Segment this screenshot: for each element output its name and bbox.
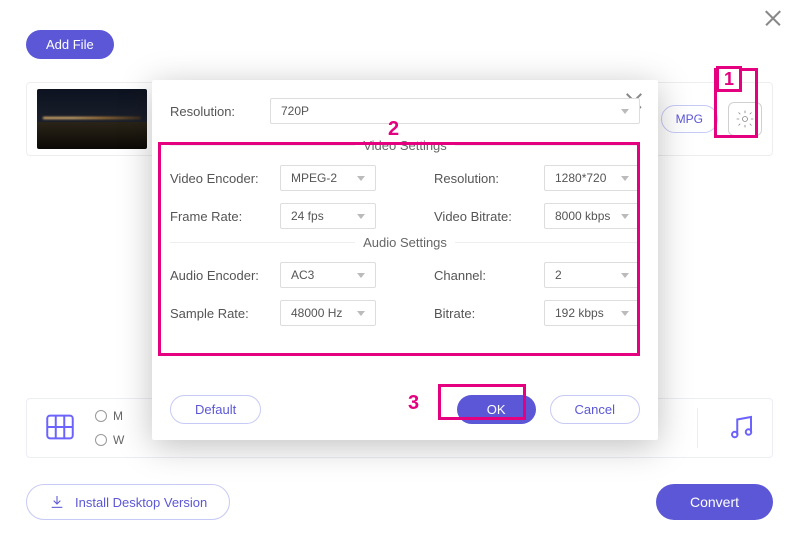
audio-bitrate-select[interactable]: 192 kbps — [544, 300, 640, 326]
resolution-value: 720P — [281, 104, 309, 118]
output-format-button[interactable]: MPG — [661, 105, 718, 133]
window-close-icon[interactable] — [761, 6, 785, 30]
video-bitrate-label: Video Bitrate: — [434, 209, 534, 224]
radio-group: M W — [95, 409, 124, 447]
frame-rate-label: Frame Rate: — [170, 209, 270, 224]
add-file-button[interactable]: Add File — [26, 30, 114, 59]
video-encoder-label: Video Encoder: — [170, 171, 270, 186]
install-desktop-label: Install Desktop Version — [75, 495, 207, 510]
resolution-label: Resolution: — [170, 104, 270, 119]
radio-option-2[interactable]: W — [95, 433, 124, 447]
ok-button[interactable]: OK — [457, 395, 536, 424]
channel-label: Channel: — [434, 268, 534, 283]
sample-rate-label: Sample Rate: — [170, 306, 270, 321]
download-icon — [49, 494, 65, 510]
chevron-down-icon — [621, 214, 629, 219]
video-settings-title: Video Settings — [355, 138, 455, 153]
video-resolution-select[interactable]: 1280*720 — [544, 165, 640, 191]
film-icon — [43, 410, 77, 447]
chevron-down-icon — [357, 311, 365, 316]
chevron-down-icon — [357, 273, 365, 278]
install-desktop-button[interactable]: Install Desktop Version — [26, 484, 230, 520]
audio-encoder-label: Audio Encoder: — [170, 268, 270, 283]
gear-icon — [735, 109, 755, 129]
video-resolution-label: Resolution: — [434, 171, 534, 186]
convert-button[interactable]: Convert — [656, 484, 773, 520]
chevron-down-icon — [621, 176, 629, 181]
divider — [697, 408, 698, 448]
default-button[interactable]: Default — [170, 395, 261, 424]
video-settings-group: Video Settings Video Encoder: MPEG-2 Res… — [170, 138, 640, 231]
resolution-select[interactable]: 720P — [270, 98, 640, 124]
cancel-button[interactable]: Cancel — [550, 395, 640, 424]
music-icon — [726, 412, 756, 445]
radio-label-1: M — [113, 409, 123, 423]
audio-encoder-select[interactable]: AC3 — [280, 262, 376, 288]
radio-label-2: W — [113, 433, 124, 447]
annotation-label-1: 1 — [716, 66, 742, 92]
audio-bitrate-label: Bitrate: — [434, 306, 534, 321]
annotation-label-3: 3 — [408, 392, 419, 415]
chevron-down-icon — [621, 311, 629, 316]
radio-option-1[interactable]: M — [95, 409, 124, 423]
audio-settings-title: Audio Settings — [355, 235, 455, 250]
video-bitrate-select[interactable]: 8000 kbps — [544, 203, 640, 229]
settings-gear-button[interactable] — [728, 102, 762, 136]
annotation-label-2: 2 — [388, 118, 399, 141]
video-thumbnail — [37, 89, 147, 149]
frame-rate-select[interactable]: 24 fps — [280, 203, 376, 229]
sample-rate-select[interactable]: 48000 Hz — [280, 300, 376, 326]
chevron-down-icon — [357, 176, 365, 181]
channel-select[interactable]: 2 — [544, 262, 640, 288]
chevron-down-icon — [621, 109, 629, 114]
chevron-down-icon — [357, 214, 365, 219]
chevron-down-icon — [621, 273, 629, 278]
video-encoder-select[interactable]: MPEG-2 — [280, 165, 376, 191]
audio-settings-group: Audio Settings Audio Encoder: AC3 Channe… — [170, 235, 640, 328]
settings-dialog: Resolution: 720P Video Settings Video En… — [152, 80, 658, 440]
